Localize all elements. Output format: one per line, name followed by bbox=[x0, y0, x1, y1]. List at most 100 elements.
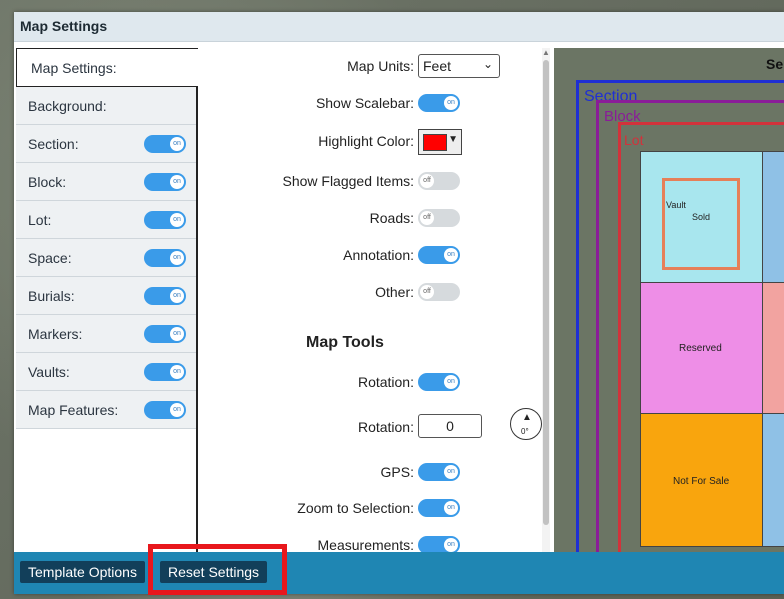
tab-label: Markers: bbox=[28, 326, 83, 342]
template-options-button[interactable]: Template Options bbox=[20, 561, 145, 583]
map-units-row: Map Units: Feet ⌄ bbox=[198, 51, 542, 81]
vault-label: Vault bbox=[666, 200, 686, 210]
block-toggle[interactable]: on bbox=[144, 173, 186, 191]
tab-section[interactable]: Section: on bbox=[16, 125, 196, 163]
space-cell[interactable] bbox=[762, 413, 784, 547]
show-scalebar-toggle[interactable]: on bbox=[418, 94, 460, 112]
scrollbar-thumb[interactable] bbox=[543, 60, 549, 525]
compass-degree: 0° bbox=[521, 427, 529, 436]
space-cell-reserved[interactable]: Reserved bbox=[640, 282, 764, 414]
annotation-row: Annotation: on bbox=[198, 240, 542, 270]
tab-background[interactable]: Background: bbox=[16, 87, 196, 125]
tab-label: Map Features: bbox=[28, 402, 119, 418]
roads-toggle[interactable]: off bbox=[418, 209, 460, 227]
rotation-toggle-row: Rotation: on bbox=[198, 367, 542, 397]
section-toggle[interactable]: on bbox=[144, 135, 186, 153]
scroll-up-icon[interactable]: ▲ bbox=[542, 48, 550, 57]
tab-block[interactable]: Block: on bbox=[16, 163, 196, 201]
roads-row: Roads: off bbox=[198, 203, 542, 233]
tab-space[interactable]: Space: on bbox=[16, 239, 196, 277]
toggle-state: on bbox=[444, 465, 458, 479]
settings-panel: Map Units: Feet ⌄ Show Scalebar: on High… bbox=[198, 48, 542, 552]
toggle-state: on bbox=[170, 175, 184, 189]
tab-label: Block: bbox=[28, 174, 67, 190]
dropdown-arrow-icon: ▼ bbox=[448, 134, 458, 145]
tab-label: Vaults: bbox=[28, 364, 70, 380]
rotation-value-label: Rotation: bbox=[357, 419, 414, 435]
annotation-label: Annotation: bbox=[343, 247, 414, 263]
tab-map-settings[interactable]: Map Settings: bbox=[16, 48, 198, 87]
toggle-state: on bbox=[170, 327, 184, 341]
reserved-label: Reserved bbox=[679, 343, 722, 354]
preview-header: Se bbox=[766, 56, 784, 72]
map-features-toggle[interactable]: on bbox=[144, 401, 186, 419]
tab-label: Burials: bbox=[28, 288, 75, 304]
rotation-toggle[interactable]: on bbox=[418, 373, 460, 391]
show-flagged-row: Show Flagged Items: off bbox=[198, 166, 542, 196]
sold-label: Sold bbox=[692, 212, 711, 222]
map-units-value: Feet bbox=[423, 58, 452, 74]
title-bar: Map Settings bbox=[14, 12, 784, 42]
color-swatch bbox=[423, 134, 447, 151]
toggle-state: on bbox=[170, 289, 184, 303]
space-toggle[interactable]: on bbox=[144, 249, 186, 267]
space-cell[interactable] bbox=[762, 151, 784, 283]
tab-lot[interactable]: Lot: on bbox=[16, 201, 196, 239]
annotation-toggle[interactable]: on bbox=[418, 246, 460, 264]
highlight-color-row: Highlight Color: ▼ bbox=[198, 126, 542, 156]
toggle-state: on bbox=[170, 403, 184, 417]
map-units-select[interactable]: Feet ⌄ bbox=[418, 54, 500, 78]
tab-label: Map Settings: bbox=[31, 60, 117, 76]
rotation-toggle-label: Rotation: bbox=[357, 374, 414, 390]
map-tools-heading: Map Tools bbox=[306, 334, 384, 351]
toggle-state: on bbox=[444, 375, 458, 389]
toggle-state: on bbox=[444, 538, 458, 552]
tab-label: Space: bbox=[28, 250, 72, 266]
not-for-sale-label: Not For Sale bbox=[673, 476, 730, 487]
show-flagged-label: Show Flagged Items: bbox=[282, 173, 414, 189]
rotation-input[interactable]: 0 bbox=[418, 414, 482, 438]
zoom-label: Zoom to Selection: bbox=[297, 500, 414, 516]
highlight-color-picker[interactable]: ▼ bbox=[418, 129, 462, 155]
toggle-state: off bbox=[420, 211, 434, 225]
toggle-state: on bbox=[444, 248, 458, 262]
zoom-toggle[interactable]: on bbox=[418, 499, 460, 517]
toggle-state: on bbox=[444, 501, 458, 515]
space-cell[interactable] bbox=[762, 282, 784, 414]
markers-toggle[interactable]: on bbox=[144, 325, 186, 343]
chevron-down-icon: ⌄ bbox=[482, 57, 493, 71]
other-toggle[interactable]: off bbox=[418, 283, 460, 301]
tab-map-features[interactable]: Map Features: on bbox=[16, 391, 196, 429]
lot-toggle[interactable]: on bbox=[144, 211, 186, 229]
other-row: Other: off bbox=[198, 277, 542, 307]
space-cell-not-for-sale[interactable]: Not For Sale bbox=[640, 413, 764, 547]
vaults-toggle[interactable]: on bbox=[144, 363, 186, 381]
measurements-label: Measurements: bbox=[317, 537, 414, 552]
toggle-state: on bbox=[444, 96, 458, 110]
zoom-row: Zoom to Selection: on bbox=[198, 493, 542, 523]
north-arrow-icon: ▲ bbox=[522, 412, 532, 423]
tab-vaults[interactable]: Vaults: on bbox=[16, 353, 196, 391]
other-label: Other: bbox=[375, 284, 414, 300]
tab-label: Section: bbox=[28, 136, 79, 152]
highlight-annotation-box bbox=[148, 544, 287, 595]
compass-icon[interactable]: ▲ 0° bbox=[510, 408, 542, 440]
gps-row: GPS: on bbox=[198, 457, 542, 487]
vault-outline bbox=[662, 178, 740, 270]
gps-toggle[interactable]: on bbox=[418, 463, 460, 481]
toggle-state: off bbox=[420, 174, 434, 188]
lot-label: Lot bbox=[624, 132, 644, 148]
settings-scrollbar[interactable]: ▲ bbox=[542, 48, 550, 552]
map-settings-dialog: Map Settings Map Settings: Background: S… bbox=[14, 12, 784, 594]
dialog-title: Map Settings bbox=[20, 18, 108, 34]
measurements-toggle[interactable]: on bbox=[418, 536, 460, 552]
burials-toggle[interactable]: on bbox=[144, 287, 186, 305]
tab-burials[interactable]: Burials: on bbox=[16, 277, 196, 315]
rotation-value-row: Rotation: 0 ▲ 0° bbox=[198, 408, 542, 442]
show-flagged-toggle[interactable]: off bbox=[418, 172, 460, 190]
roads-label: Roads: bbox=[369, 210, 414, 226]
highlight-color-label: Highlight Color: bbox=[318, 133, 414, 149]
toggle-state: on bbox=[170, 137, 184, 151]
tab-markers[interactable]: Markers: on bbox=[16, 315, 196, 353]
dialog-footer: Template Options Reset Settings bbox=[14, 552, 784, 594]
